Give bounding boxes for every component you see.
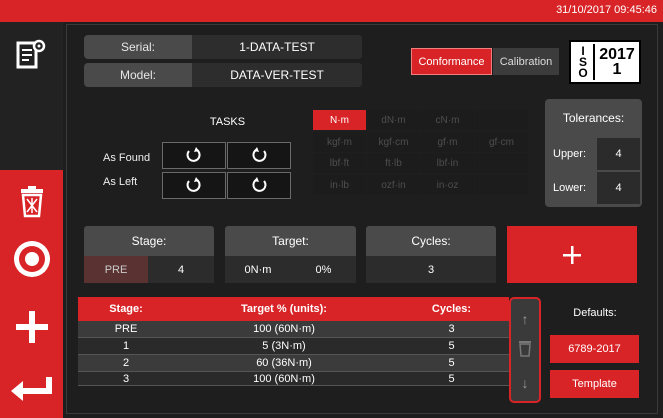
header-target: Target % (units): bbox=[241, 303, 327, 315]
cell-cycles: 3 bbox=[448, 323, 455, 335]
plus-icon bbox=[563, 245, 581, 264]
as-left-counterclockwise-button[interactable] bbox=[227, 172, 291, 199]
cell-stage: PRE bbox=[114, 323, 138, 335]
cycles-body: 3 bbox=[366, 256, 496, 283]
lower-value[interactable]: 4 bbox=[597, 172, 640, 204]
cell-target: 100 (60N·m) bbox=[253, 372, 315, 385]
default-standard-button[interactable]: 6789-2017 bbox=[550, 335, 639, 363]
return-arrow-icon[interactable] bbox=[0, 370, 63, 410]
sidebar bbox=[0, 22, 63, 418]
calibration-button[interactable]: Calibration bbox=[493, 48, 559, 75]
document-gear-icon[interactable] bbox=[0, 34, 63, 74]
tolerances-panel: Tolerances: Upper: 4 Lower: 4 bbox=[545, 99, 642, 207]
defaults-label: Defaults: bbox=[573, 307, 617, 319]
unit-lbfin[interactable]: lbf·in bbox=[421, 153, 474, 173]
add-stage-button[interactable] bbox=[507, 226, 637, 283]
cycles-label: Cycles: bbox=[411, 234, 451, 248]
table-row[interactable]: 1 5 (3N·m) 5 bbox=[78, 338, 509, 355]
tasks-title: TASKS bbox=[209, 116, 246, 128]
target-value[interactable]: 0N·m bbox=[225, 256, 291, 283]
unit-dnm[interactable]: dN·m bbox=[367, 110, 420, 130]
cell-target: 100 (60N·m) bbox=[253, 323, 315, 335]
unit-nm[interactable]: N·m bbox=[313, 110, 366, 130]
unit-inoz[interactable]: in·oz bbox=[421, 175, 474, 195]
upper-value[interactable]: 4 bbox=[597, 138, 640, 170]
unit-ftlb[interactable]: ft·lb bbox=[367, 153, 420, 173]
cycles-box: Cycles: 3 bbox=[366, 226, 496, 283]
table-row[interactable]: PRE 100 (60N·m) 3 bbox=[78, 321, 509, 338]
template-button[interactable]: Template bbox=[550, 370, 639, 398]
rotate-ccw-icon bbox=[252, 176, 267, 192]
cell-target: 5 (3N·m) bbox=[262, 340, 306, 352]
header-stage: Stage: bbox=[109, 303, 143, 315]
rotate-ccw-icon bbox=[252, 146, 267, 162]
iso-year: 2017 1 bbox=[599, 46, 635, 78]
unit-ozfin[interactable]: ozf·in bbox=[367, 175, 420, 195]
lower-label: Lower: bbox=[553, 182, 587, 194]
unit-kgfm[interactable]: kgf·m bbox=[313, 132, 366, 152]
arrow-up-icon[interactable]: ↑ bbox=[511, 311, 539, 327]
trash-icon[interactable] bbox=[511, 339, 539, 357]
stage-count[interactable]: 4 bbox=[148, 256, 214, 283]
upper-label: Upper: bbox=[553, 148, 587, 160]
cell-stage: 3 bbox=[122, 372, 130, 385]
serial-value: 1-DATA-TEST bbox=[192, 35, 362, 59]
iso-letters: I S O bbox=[573, 44, 595, 80]
table-header: Stage: Target % (units): Cycles: bbox=[78, 297, 509, 321]
stage-label: Stage: bbox=[131, 234, 167, 248]
cell-cycles: 5 bbox=[448, 372, 455, 385]
stop-icon[interactable] bbox=[0, 236, 63, 282]
unit-gfcm[interactable]: gf·cm bbox=[475, 132, 528, 152]
top-bar: 31/10/2017 09:45:46 bbox=[0, 0, 663, 22]
table-row[interactable]: 2 60 (36N·m) 5 bbox=[78, 355, 509, 372]
rotate-cw-icon bbox=[186, 146, 201, 162]
stage-body: PRE 4 bbox=[84, 256, 214, 283]
as-found-counterclockwise-button[interactable] bbox=[227, 142, 291, 169]
unit-kgfcm[interactable]: kgf·cm bbox=[367, 132, 420, 152]
table-body: PRE 100 (60N·m) 3 1 5 (3N·m) 5 2 60 (36N… bbox=[78, 321, 509, 386]
as-left-label: As Left bbox=[103, 176, 138, 188]
serial-field: Serial: 1-DATA-TEST bbox=[84, 35, 362, 59]
table-row[interactable]: 3 100 (60N·m) 5 bbox=[78, 372, 509, 386]
unit-cnm[interactable]: cN·m bbox=[421, 110, 474, 130]
datetime: 31/10/2017 09:45:46 bbox=[556, 4, 657, 16]
tolerances-title: Tolerances: bbox=[562, 111, 625, 125]
arrow-down-icon[interactable]: ↓ bbox=[511, 375, 539, 391]
unit-gfm[interactable]: gf·m bbox=[421, 132, 474, 152]
stage-name[interactable]: PRE bbox=[84, 256, 148, 283]
cell-stage: 2 bbox=[122, 357, 130, 369]
unit-empty-1 bbox=[475, 110, 528, 130]
target-body: 0N·m 0% bbox=[225, 256, 356, 283]
target-percent[interactable]: 0% bbox=[291, 256, 356, 283]
target-label: Target: bbox=[272, 234, 309, 248]
model-value: DATA-VER-TEST bbox=[192, 63, 362, 87]
conformance-button[interactable]: Conformance bbox=[411, 48, 492, 75]
as-left-clockwise-button[interactable] bbox=[162, 172, 226, 199]
as-found-clockwise-button[interactable] bbox=[162, 142, 226, 169]
target-box: Target: 0N·m 0% bbox=[225, 226, 356, 283]
unit-empty-3 bbox=[475, 175, 528, 195]
unit-lbfft[interactable]: lbf·ft bbox=[313, 153, 366, 173]
rotate-cw-icon bbox=[186, 176, 201, 192]
stage-box: Stage: PRE 4 bbox=[84, 226, 214, 283]
model-label: Model: bbox=[119, 68, 157, 82]
cell-stage: 1 bbox=[122, 340, 130, 352]
model-field: Model: DATA-VER-TEST bbox=[84, 63, 362, 87]
plus-icon[interactable] bbox=[0, 302, 63, 352]
serial-label: Serial: bbox=[120, 40, 155, 54]
cell-target: 60 (36N·m) bbox=[256, 357, 312, 369]
row-controls: ↑ ↓ bbox=[509, 297, 541, 403]
as-found-label: As Found bbox=[103, 152, 151, 164]
cell-cycles: 5 bbox=[448, 340, 455, 352]
iso-logo: I S O 2017 1 bbox=[569, 40, 641, 84]
cycles-value[interactable]: 3 bbox=[366, 256, 496, 283]
unit-inlb[interactable]: in·lb bbox=[313, 175, 366, 195]
stages-table: Stage: Target % (units): Cycles: PRE 100… bbox=[78, 297, 509, 386]
trash-icon[interactable] bbox=[0, 182, 63, 222]
header-cycles: Cycles: bbox=[431, 303, 472, 315]
cell-cycles: 5 bbox=[448, 357, 455, 369]
unit-empty-2 bbox=[475, 153, 528, 173]
